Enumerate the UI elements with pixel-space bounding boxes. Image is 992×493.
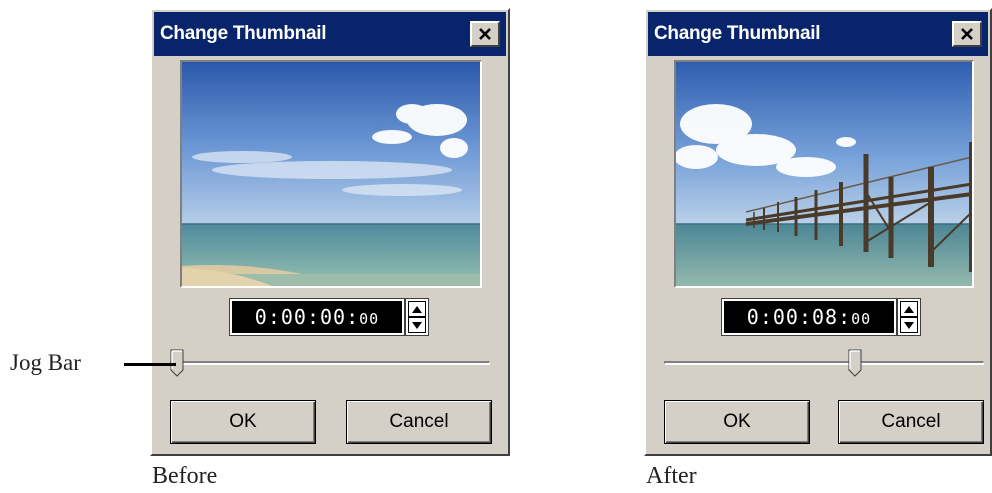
thumbnail-preview bbox=[674, 60, 974, 288]
caption-before: Before bbox=[152, 463, 218, 489]
thumbnail-preview bbox=[180, 60, 482, 288]
timecode-value: 0:00:00: bbox=[254, 305, 360, 329]
spin-down-button[interactable] bbox=[901, 318, 917, 332]
timecode-frames: 00 bbox=[359, 310, 380, 328]
cancel-button[interactable]: Cancel bbox=[838, 400, 984, 444]
jog-bar-callout-label: Jog Bar bbox=[10, 350, 81, 375]
triangle-down-icon bbox=[904, 321, 914, 329]
jog-thumb[interactable] bbox=[848, 349, 862, 377]
spin-up-button[interactable] bbox=[409, 302, 425, 316]
caption-after: After bbox=[646, 463, 697, 489]
jog-bar[interactable] bbox=[170, 349, 490, 377]
close-button[interactable] bbox=[952, 21, 982, 47]
timecode-spinner bbox=[405, 298, 429, 336]
timecode-control: 0:00:00:00 bbox=[229, 298, 429, 336]
spin-down-button[interactable] bbox=[409, 318, 425, 332]
timecode-frames: 00 bbox=[851, 310, 872, 328]
title-bar: Change Thumbnail bbox=[648, 12, 988, 56]
change-thumbnail-dialog-after: Change Thumbnail 0:00:08:00 OK Cancel bbox=[644, 8, 992, 456]
close-icon bbox=[961, 28, 973, 40]
triangle-down-icon bbox=[412, 321, 422, 329]
dialog-title: Change Thumbnail bbox=[654, 23, 821, 44]
timecode-display[interactable]: 0:00:08:00 bbox=[721, 298, 897, 336]
spin-up-button[interactable] bbox=[901, 302, 917, 316]
change-thumbnail-dialog-before: Change Thumbnail 0:00:00:00 OK Cancel bbox=[150, 8, 510, 456]
triangle-up-icon bbox=[412, 305, 422, 313]
timecode-spinner bbox=[897, 298, 921, 336]
timecode-display[interactable]: 0:00:00:00 bbox=[229, 298, 405, 336]
jog-bar-callout-line bbox=[124, 363, 176, 366]
jog-track bbox=[170, 361, 490, 365]
dialog-title: Change Thumbnail bbox=[160, 23, 327, 44]
ok-button[interactable]: OK bbox=[170, 400, 316, 444]
jog-bar[interactable] bbox=[664, 349, 984, 377]
ok-button[interactable]: OK bbox=[664, 400, 810, 444]
title-bar: Change Thumbnail bbox=[154, 12, 506, 56]
timecode-value: 0:00:08: bbox=[746, 305, 852, 329]
jog-track bbox=[664, 361, 984, 365]
close-icon bbox=[479, 28, 491, 40]
close-button[interactable] bbox=[470, 21, 500, 47]
cancel-button[interactable]: Cancel bbox=[346, 400, 492, 444]
triangle-up-icon bbox=[904, 305, 914, 313]
timecode-control: 0:00:08:00 bbox=[721, 298, 921, 336]
